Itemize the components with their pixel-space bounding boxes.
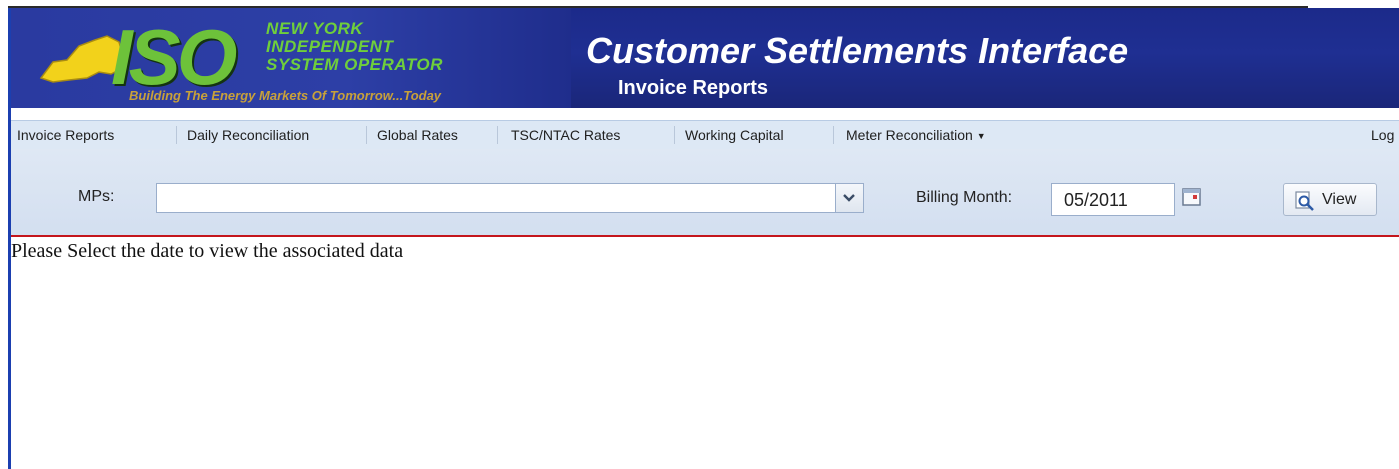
tagline: Building The Energy Markets Of Tomorrow.…	[129, 88, 442, 103]
nav-separator	[674, 126, 675, 144]
org-name-line-2: INDEPENDENT	[266, 37, 394, 56]
mps-combobox-input[interactable]	[156, 183, 836, 213]
chevron-down-icon	[843, 194, 855, 202]
iso-logo-text: ISO	[111, 13, 237, 101]
mps-dropdown-button[interactable]	[836, 183, 864, 213]
main-nav: Invoice Reports Daily Reconciliation Glo…	[11, 120, 1399, 150]
nav-meter-reconciliation[interactable]: Meter Reconciliation ▼	[846, 127, 986, 143]
nav-separator	[833, 126, 834, 144]
nav-daily-reconciliation[interactable]: Daily Reconciliation	[187, 127, 309, 143]
nyiso-logo: ISO NEW YORK INDEPENDENT SYSTEM OPERATOR…	[11, 8, 571, 108]
nav-log-link[interactable]: Log	[1371, 127, 1394, 143]
nav-global-rates[interactable]: Global Rates	[377, 127, 458, 143]
empty-state-message: Please Select the date to view the assoc…	[11, 240, 404, 262]
nav-separator	[497, 126, 498, 144]
filter-toolbar: MPs: Billing Month: 05/2011 View	[11, 149, 1399, 237]
app-title: Customer Settlements Interface	[586, 30, 1129, 71]
page-subtitle: Invoice Reports	[618, 77, 769, 99]
magnifier-page-icon	[1295, 191, 1314, 211]
nav-meter-reconciliation-label: Meter Reconciliation	[846, 127, 973, 143]
view-button[interactable]: View	[1283, 183, 1377, 216]
nav-working-capital[interactable]: Working Capital	[685, 127, 784, 143]
nav-invoice-reports[interactable]: Invoice Reports	[17, 127, 114, 143]
header-banner: ISO NEW YORK INDEPENDENT SYSTEM OPERATOR…	[11, 8, 1399, 108]
calendar-button[interactable]	[1181, 185, 1203, 209]
mps-label: MPs:	[78, 188, 115, 205]
top-border	[8, 0, 1308, 8]
billing-month-input[interactable]: 05/2011	[1051, 183, 1175, 216]
org-name-line-3: SYSTEM OPERATOR	[266, 55, 443, 74]
view-button-label: View	[1322, 191, 1357, 208]
nav-separator	[176, 126, 177, 144]
nav-tsc-ntac-rates[interactable]: TSC/NTAC Rates	[511, 127, 620, 143]
nav-separator	[366, 126, 367, 144]
billing-month-label: Billing Month:	[916, 189, 1013, 206]
caret-down-icon: ▼	[976, 131, 986, 141]
org-name-line-1: NEW YORK	[266, 19, 364, 38]
calendar-icon	[1182, 188, 1201, 206]
